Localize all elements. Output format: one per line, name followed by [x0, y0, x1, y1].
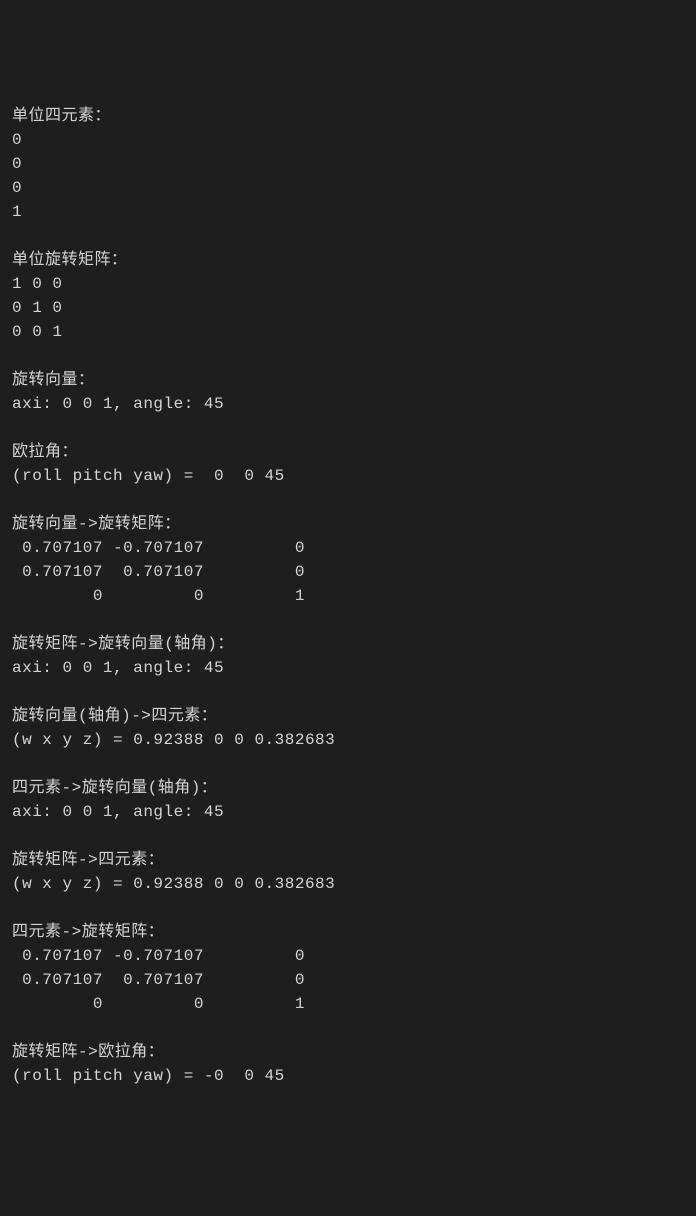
- output-value: 0: [12, 179, 22, 197]
- output-value: 1: [12, 203, 22, 221]
- output-value: axi: 0 0 1, angle: 45: [12, 659, 224, 677]
- output-value: (w x y z) = 0.92388 0 0 0.382683: [12, 731, 335, 749]
- terminal-output: 单位四元素： 0 0 0 1 单位旋转矩阵： 1 0 0 0 1 0 0 0 1…: [12, 104, 684, 1088]
- matrix-row: 1 0 0: [12, 275, 63, 293]
- output-value: 0: [12, 155, 22, 173]
- section-label: 单位旋转矩阵：: [12, 251, 128, 269]
- output-value: axi: 0 0 1, angle: 45: [12, 395, 224, 413]
- section-label: 旋转向量：: [12, 371, 95, 389]
- output-value: (roll pitch yaw) = -0 0 45: [12, 1067, 285, 1085]
- section-label: 旋转向量(轴角)->四元素：: [12, 707, 217, 725]
- section-label: 四元素->旋转矩阵：: [12, 923, 164, 941]
- matrix-row: 0.707107 -0.707107 0: [12, 947, 305, 965]
- matrix-row: 0.707107 -0.707107 0: [12, 539, 305, 557]
- section-label: 四元素->旋转向量(轴角)：: [12, 779, 217, 797]
- output-value: 0: [12, 131, 22, 149]
- section-label: 旋转矩阵->四元素：: [12, 851, 164, 869]
- section-label: 旋转矩阵->旋转向量(轴角)：: [12, 635, 234, 653]
- matrix-row: 0.707107 0.707107 0: [12, 971, 305, 989]
- matrix-row: 0 0 1: [12, 587, 305, 605]
- output-value: (w x y z) = 0.92388 0 0 0.382683: [12, 875, 335, 893]
- matrix-row: 0 1 0: [12, 299, 63, 317]
- section-label: 旋转向量->旋转矩阵：: [12, 515, 181, 533]
- section-label: 单位四元素：: [12, 107, 111, 125]
- matrix-row: 0.707107 0.707107 0: [12, 563, 305, 581]
- output-value: axi: 0 0 1, angle: 45: [12, 803, 224, 821]
- section-label: 旋转矩阵->欧拉角：: [12, 1043, 164, 1061]
- matrix-row: 0 0 1: [12, 995, 305, 1013]
- matrix-row: 0 0 1: [12, 323, 63, 341]
- section-label: 欧拉角：: [12, 443, 78, 461]
- output-value: (roll pitch yaw) = 0 0 45: [12, 467, 285, 485]
